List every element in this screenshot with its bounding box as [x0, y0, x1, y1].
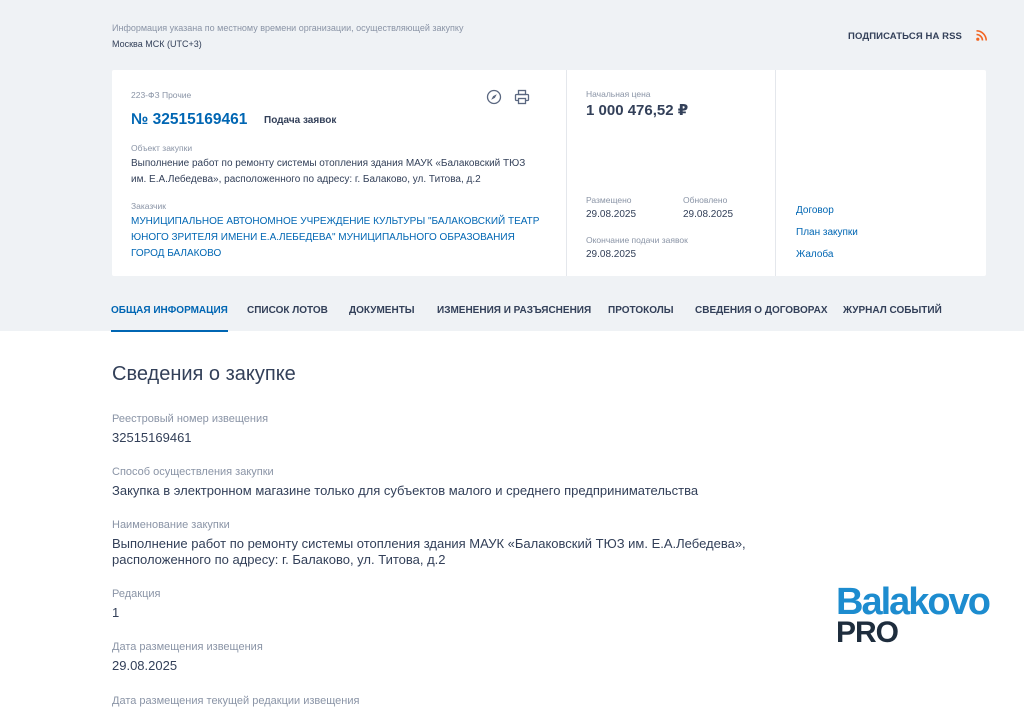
law-type: 223-ФЗ Прочие: [131, 90, 192, 100]
tab-contracts[interactable]: СВЕДЕНИЯ О ДОГОВОРАХ: [695, 305, 828, 330]
customer-line-2: ЮНОГО ЗРИТЕЛЯ ИМЕНИ Е.А.ЛЕБЕДЕВА" МУНИЦИ…: [131, 232, 515, 243]
price-label: Начальная цена: [586, 89, 651, 99]
field-label: Наименование закупки: [112, 519, 230, 531]
field-value: 29.08.2025: [112, 658, 178, 673]
contract-link[interactable]: Договор: [796, 205, 834, 216]
purchase-plan-link[interactable]: План закупки: [796, 227, 858, 238]
field-value-continued: расположенного по адресу: г. Балаково, у…: [112, 552, 446, 567]
section-title: Сведения о закупке: [112, 363, 296, 385]
complaint-link[interactable]: Жалоба: [796, 249, 833, 260]
tab-changes[interactable]: ИЗМЕНЕНИЯ И РАЗЪЯСНЕНИЯ: [437, 305, 591, 330]
customer-link[interactable]: МУНИЦИПАЛЬНОЕ АВТОНОМНОЕ УЧРЕЖДЕНИЕ КУЛЬ…: [131, 214, 551, 262]
card-divider: [566, 70, 567, 276]
tab-general-info[interactable]: ОБЩАЯ ИНФОРМАЦИЯ: [111, 305, 228, 332]
field-label-cut: Дата размещения текущей редакции извещен…: [112, 695, 360, 707]
timezone-value: Москва МСК (UTC+3): [112, 39, 202, 49]
updated-label: Обновлено: [683, 195, 728, 205]
customer-label: Заказчик: [131, 201, 166, 211]
deadline-date: 29.08.2025: [586, 249, 637, 260]
rss-icon[interactable]: [976, 30, 987, 41]
tab-event-log[interactable]: ЖУРНАЛ СОБЫТИЙ: [843, 305, 942, 330]
stage-status: Подача заявок: [264, 115, 337, 126]
top-zone: Информация указана по местному времени о…: [0, 0, 1024, 332]
field-value: 32515169461: [112, 430, 192, 445]
notice-number-link[interactable]: № 32515169461: [131, 111, 247, 129]
watermark-bottom: PRO: [836, 616, 899, 649]
object-line-2: им. Е.А.Лебедева», расположенного по адр…: [131, 174, 481, 185]
timezone-note: Информация указана по местному времени о…: [112, 23, 464, 33]
tab-documents[interactable]: ДОКУМЕНТЫ: [349, 305, 415, 330]
object-label: Объект закупки: [131, 143, 193, 153]
field-label: Способ осуществления закупки: [112, 466, 274, 478]
compass-icon[interactable]: [486, 89, 502, 105]
object-line-1: Выполнение работ по ремонту системы отоп…: [131, 158, 526, 169]
field-label: Дата размещения извещения: [112, 641, 263, 653]
placed-label: Размещено: [586, 195, 632, 205]
tab-protocols[interactable]: ПРОТОКОЛЫ: [608, 305, 674, 330]
procurement-card: 223-ФЗ Прочие № 32515169461 Подача заяво…: [112, 70, 986, 276]
tab-lots[interactable]: СПИСОК ЛОТОВ: [247, 305, 328, 330]
print-icon[interactable]: [514, 89, 530, 105]
field-value: 1: [112, 605, 120, 620]
field-label: Редакция: [112, 588, 161, 600]
field-value: Закупка в электронном магазине только дл…: [112, 483, 699, 498]
balakovo-pro-watermark: Balakovo PRO: [836, 583, 991, 651]
customer-line-1: МУНИЦИПАЛЬНОЕ АВТОНОМНОЕ УЧРЕЖДЕНИЕ КУЛЬ…: [131, 216, 540, 227]
field-label: Реестровый номер извещения: [112, 413, 269, 425]
updated-date: 29.08.2025: [683, 209, 734, 220]
customer-line-3: ГОРОД БАЛАКОВО: [131, 248, 222, 259]
rss-subscribe-link[interactable]: ПОДПИСАТЬСЯ НА RSS: [848, 31, 962, 42]
placed-date: 29.08.2025: [586, 209, 637, 220]
deadline-label: Окончание подачи заявок: [586, 235, 688, 245]
initial-price: 1 000 476,52 ₽: [586, 102, 689, 119]
card-divider: [775, 70, 776, 276]
